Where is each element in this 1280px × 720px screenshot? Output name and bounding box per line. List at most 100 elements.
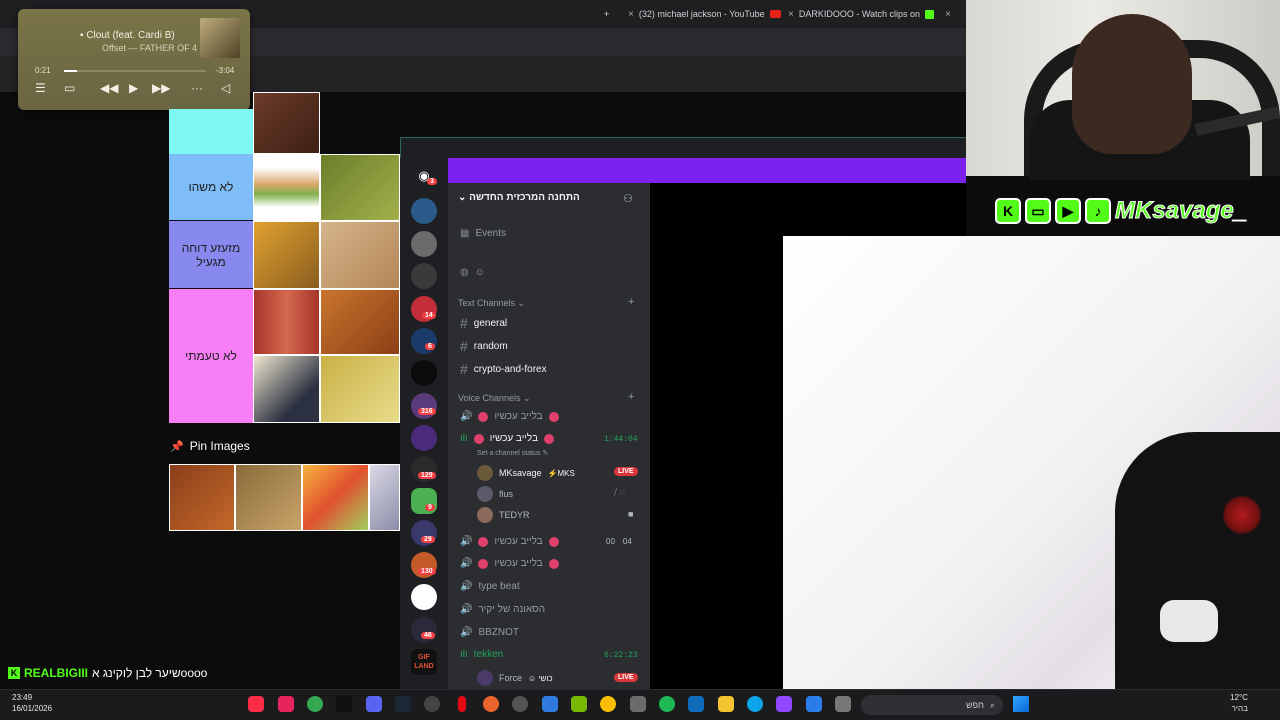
voice-channel-active[interactable]: ılı tekken	[460, 649, 503, 660]
add-channel-icon[interactable]: +	[628, 391, 634, 403]
server-icon[interactable]	[411, 263, 437, 289]
tab-kick[interactable]: × DARKIDOOO - Watch clips on	[788, 4, 935, 24]
live-dot-icon	[478, 536, 489, 547]
channel-browser-row[interactable]: ◍ ☺	[460, 267, 485, 278]
voice-channel[interactable]: 🔊 הסאונה של יקיר	[460, 604, 545, 615]
voice-channel[interactable]: 🔊 בלייב עכשיו	[460, 558, 559, 569]
weather-widget[interactable]: 12°C בהיר	[1230, 692, 1248, 714]
netflix-icon[interactable]	[458, 696, 466, 712]
channel-label: בלייב עכשיו	[494, 558, 543, 569]
tiktok-icon[interactable]	[336, 696, 352, 712]
tab-youtube[interactable]: × (32) michael jackson - YouTube	[628, 4, 781, 24]
app-icon[interactable]	[424, 696, 440, 712]
pinned-image[interactable]	[302, 464, 369, 531]
server-badge: 46	[421, 632, 435, 639]
discord-home-icon[interactable]: ◉	[411, 163, 437, 189]
server-icon[interactable]	[411, 231, 437, 257]
food-image[interactable]	[320, 289, 400, 355]
channel-label: type beat	[478, 581, 520, 592]
play-icon[interactable]: ▶	[129, 81, 138, 95]
food-image[interactable]	[320, 355, 400, 423]
speaker-icon: 🔊	[460, 411, 473, 422]
progress-slider[interactable]	[64, 70, 206, 72]
pin-images-header[interactable]: 📌 Pin Images	[170, 439, 250, 453]
food-image[interactable]	[320, 154, 400, 221]
voice-channel[interactable]: 🔊 בלייב עכשיו	[460, 536, 559, 547]
server-icon[interactable]	[411, 198, 437, 224]
channel-label: random	[473, 340, 508, 352]
server-icon[interactable]: GIF LAND	[411, 649, 437, 675]
channel-status[interactable]: Set a channel status ✎	[477, 449, 548, 457]
apple-music-icon[interactable]	[248, 696, 264, 712]
food-image[interactable]	[253, 221, 320, 289]
queue-icon[interactable]: ☰	[35, 81, 46, 95]
folder-icon[interactable]	[718, 696, 734, 712]
spotify-icon[interactable]	[659, 696, 675, 712]
app-icon[interactable]	[542, 696, 558, 712]
nvidia-icon[interactable]	[571, 696, 587, 712]
channel-general[interactable]: # general	[460, 315, 507, 331]
twitch-icon[interactable]	[776, 696, 792, 712]
food-image[interactable]	[320, 221, 400, 289]
close-icon[interactable]: ×	[945, 9, 951, 20]
server-icon[interactable]	[411, 393, 437, 419]
tiktok-icon[interactable]	[278, 696, 294, 712]
app-icon[interactable]	[512, 696, 528, 712]
events-link[interactable]: ▦ Events	[460, 228, 506, 239]
avatar	[477, 507, 493, 523]
server-icon[interactable]	[411, 425, 437, 451]
chrome-icon[interactable]	[600, 696, 616, 712]
server-name[interactable]: התחנה המרכזית החדשה ⌄	[458, 192, 580, 203]
taskbar-search[interactable]: חפש ⌕	[861, 695, 1003, 715]
close-icon[interactable]: ×	[788, 9, 794, 20]
app-icon[interactable]	[835, 696, 851, 712]
pinned-image[interactable]	[235, 464, 302, 531]
food-image[interactable]	[253, 289, 320, 355]
add-channel-icon[interactable]: +	[628, 296, 634, 308]
outlook-icon[interactable]	[688, 696, 704, 712]
server-icon[interactable]	[411, 584, 437, 610]
windows-start-icon[interactable]	[1013, 696, 1029, 712]
store-icon[interactable]	[630, 696, 646, 712]
speaker-icon: 🔊	[460, 604, 473, 615]
count-value: 00	[606, 537, 615, 546]
food-image[interactable]	[253, 154, 320, 221]
category-text-channels[interactable]: Text Channels ⌄	[458, 298, 525, 309]
new-tab-button[interactable]: +	[604, 4, 609, 24]
voice-channel[interactable]: 🔊 BBZNOT	[460, 627, 519, 638]
copilot-icon[interactable]	[806, 696, 822, 712]
channel-random[interactable]: # random	[460, 338, 508, 354]
server-icon[interactable]	[411, 617, 437, 643]
voice-channel[interactable]: 🔊 בלייב עכשיו	[460, 411, 559, 422]
discord-icon[interactable]	[366, 696, 382, 712]
remaining-time: -3:04	[216, 66, 235, 75]
close-icon[interactable]: ×	[628, 9, 634, 20]
add-member-icon[interactable]: ⚇	[623, 192, 633, 205]
server-badge: 29	[421, 536, 435, 543]
user-name: flus	[499, 489, 514, 499]
voice-user[interactable]: flus	[477, 486, 513, 502]
lyrics-icon[interactable]: ▭	[64, 81, 75, 95]
pinned-image[interactable]	[369, 464, 400, 531]
edge-icon[interactable]	[747, 696, 763, 712]
food-image[interactable]	[253, 355, 320, 423]
previous-icon[interactable]: ◀◀	[100, 81, 118, 95]
pinned-image[interactable]	[169, 464, 235, 531]
brave-icon[interactable]	[483, 696, 499, 712]
voice-channel-active[interactable]: ılı בלייב עכשיו	[460, 433, 554, 444]
server-icon[interactable]	[411, 328, 437, 354]
steam-icon[interactable]	[395, 696, 411, 712]
food-image[interactable]	[253, 92, 320, 154]
category-voice-channels[interactable]: Voice Channels ⌄	[458, 393, 531, 404]
channel-crypto-and-forex[interactable]: # crypto-and-forex	[460, 361, 547, 377]
voice-user[interactable]: MKsavage ⚡MKS	[477, 465, 575, 481]
voice-user[interactable]: TEDYR	[477, 507, 530, 523]
voice-channel[interactable]: 🔊 type beat	[460, 581, 520, 592]
next-icon[interactable]: ▶▶	[152, 81, 170, 95]
server-icon[interactable]	[411, 360, 437, 386]
voice-user[interactable]: Force ☺ כושי	[477, 670, 553, 686]
taskbar-clock[interactable]: 23:49 16/01/2026	[12, 692, 52, 714]
speaker-icon: 🔊	[460, 558, 473, 569]
tab-partial[interactable]: ×	[945, 4, 951, 24]
chrome-icon[interactable]	[307, 696, 323, 712]
